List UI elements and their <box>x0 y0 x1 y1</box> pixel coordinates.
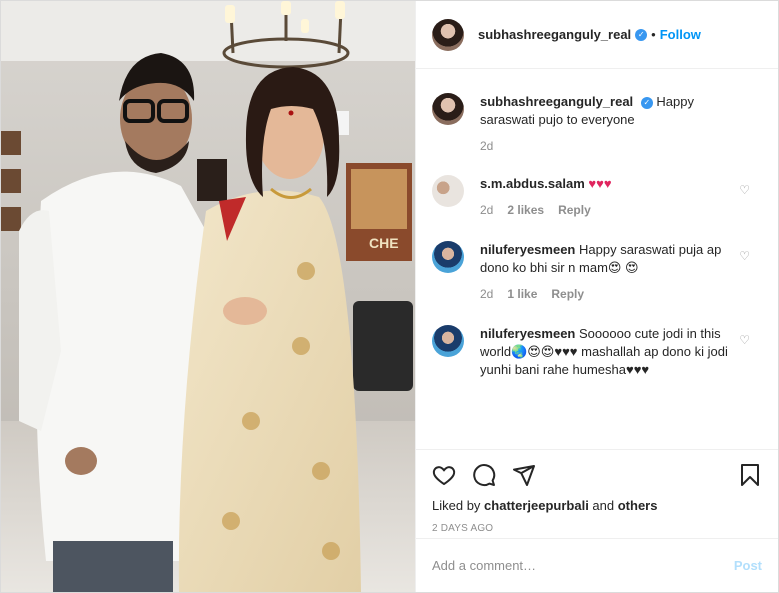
post-comment-button[interactable]: Post <box>734 558 762 573</box>
comment-text: ♥♥♥ <box>588 176 612 191</box>
comment-item: s.m.abdus.salam ♥♥♥ 2d 2 likes Reply ♡ <box>432 175 762 219</box>
add-comment-bar: Post <box>416 538 778 592</box>
likes-summary: Liked by chatterjeepurbali and others <box>432 498 762 513</box>
comment-time[interactable]: 2d <box>480 285 493 303</box>
liked-by-others[interactable]: others <box>618 498 658 513</box>
commenter-avatar[interactable] <box>432 175 464 207</box>
caption-time[interactable]: 2d <box>480 137 493 155</box>
comment-item: niluferyesmeen Soooooo cute jodi in this… <box>432 325 762 379</box>
comment-icon[interactable] <box>472 463 496 487</box>
author-avatar[interactable] <box>432 18 464 51</box>
author-username[interactable]: subhashreeganguly_real <box>478 27 631 42</box>
liked-by-username[interactable]: chatterjeepurbali <box>484 498 589 513</box>
separator-dot: • <box>651 27 656 42</box>
comments-list[interactable]: subhashreeganguly_real ✓ Happy saraswati… <box>416 70 778 448</box>
share-paper-plane-icon[interactable] <box>512 463 536 487</box>
verified-badge-icon: ✓ <box>635 28 648 41</box>
likes-prefix: Liked by <box>432 498 485 513</box>
comment-like-heart-icon[interactable]: ♡ <box>739 333 750 347</box>
add-comment-input[interactable] <box>432 558 734 573</box>
svg-text:CHE: CHE <box>369 235 399 251</box>
comment-like-heart-icon[interactable]: ♡ <box>739 183 750 197</box>
post-header: subhashreeganguly_real ✓ • Follow <box>416 1 778 69</box>
post-modal: CHE subhashreeganguly_real ✓ • Follow su… <box>0 0 779 593</box>
comment-likes[interactable]: 2 likes <box>507 201 544 219</box>
likes-and: and <box>588 498 618 513</box>
comment-item: niluferyesmeen Happy saraswati puja ap d… <box>432 241 762 303</box>
comment-username[interactable]: niluferyesmeen <box>480 326 575 341</box>
verified-badge-icon: ✓ <box>640 96 653 109</box>
post-side-panel: subhashreeganguly_real ✓ • Follow subhas… <box>415 1 778 592</box>
comment-time[interactable]: 2d <box>480 201 493 219</box>
comment-like-heart-icon[interactable]: ♡ <box>739 249 750 263</box>
comment-username[interactable]: niluferyesmeen <box>480 242 575 257</box>
follow-button[interactable]: Follow <box>660 27 701 42</box>
post-date[interactable]: 2 DAYS AGO <box>432 523 762 534</box>
like-heart-icon[interactable] <box>432 463 456 487</box>
comment-likes[interactable]: 1 like <box>507 285 537 303</box>
commenter-avatar[interactable] <box>432 241 464 273</box>
post-actions: Liked by chatterjeepurbali and others 2 … <box>416 449 778 534</box>
caption-avatar[interactable] <box>432 93 464 125</box>
caption-row: subhashreeganguly_real ✓ Happy saraswati… <box>432 93 762 155</box>
comment-reply-button[interactable]: Reply <box>551 285 584 303</box>
post-photo[interactable]: CHE <box>1 1 415 592</box>
comment-reply-button[interactable]: Reply <box>558 201 591 219</box>
save-bookmark-icon[interactable] <box>738 463 762 487</box>
couple-photo-illustration: CHE <box>1 1 415 592</box>
caption-username[interactable]: subhashreeganguly_real <box>480 94 633 109</box>
commenter-avatar[interactable] <box>432 325 464 357</box>
comment-username[interactable]: s.m.abdus.salam <box>480 176 585 191</box>
